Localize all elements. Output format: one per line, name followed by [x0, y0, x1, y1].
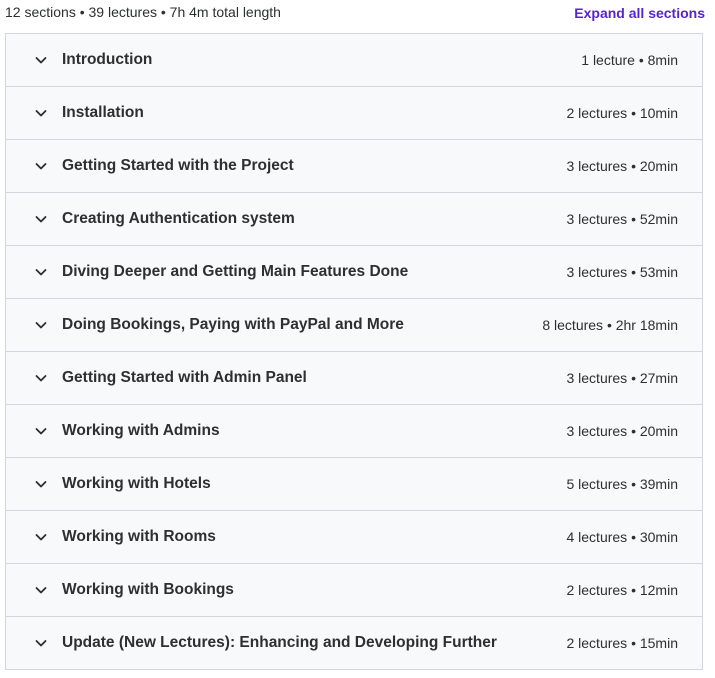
expand-all-sections-button[interactable]: Expand all sections	[574, 5, 705, 21]
section-list: Introduction 1 lecture • 8min Installati…	[5, 33, 703, 670]
section-meta: 3 lectures • 52min	[566, 211, 678, 227]
section-title: Update (New Lectures): Enhancing and Dev…	[62, 634, 497, 651]
section-meta: 8 lectures • 2hr 18min	[542, 317, 678, 333]
section-meta: 3 lectures • 20min	[566, 423, 678, 439]
chevron-down-icon	[35, 640, 47, 647]
section-title: Creating Authentication system	[62, 210, 295, 227]
chevron-down-icon	[35, 375, 47, 382]
section-title: Working with Admins	[62, 422, 220, 439]
section-title: Diving Deeper and Getting Main Features …	[62, 263, 409, 280]
chevron-down-icon	[35, 163, 47, 170]
curriculum-summary-bar: 12 sections • 39 lectures • 7h 4m total …	[0, 0, 715, 33]
section-meta: 2 lectures • 15min	[566, 635, 678, 651]
section-title: Doing Bookings, Paying with PayPal and M…	[62, 316, 404, 333]
section-row-authentication[interactable]: Creating Authentication system 3 lecture…	[6, 193, 702, 246]
section-title: Working with Hotels	[62, 475, 211, 492]
section-meta: 3 lectures • 27min	[566, 370, 678, 386]
section-row-admin-panel[interactable]: Getting Started with Admin Panel 3 lectu…	[6, 352, 702, 405]
section-row-bookings-paypal[interactable]: Doing Bookings, Paying with PayPal and M…	[6, 299, 702, 352]
section-title: Introduction	[62, 51, 153, 68]
section-row-bookings[interactable]: Working with Bookings 2 lectures • 12min	[6, 564, 702, 617]
chevron-down-icon	[35, 481, 47, 488]
section-row-introduction[interactable]: Introduction 1 lecture • 8min	[6, 34, 702, 87]
section-title: Getting Started with the Project	[62, 157, 294, 174]
chevron-down-icon	[35, 57, 47, 64]
chevron-down-icon	[35, 322, 47, 329]
chevron-down-icon	[35, 534, 47, 541]
section-row-admins[interactable]: Working with Admins 3 lectures • 20min	[6, 405, 702, 458]
curriculum-summary: 12 sections • 39 lectures • 7h 4m total …	[5, 4, 281, 20]
chevron-down-icon	[35, 269, 47, 276]
section-row-rooms[interactable]: Working with Rooms 4 lectures • 30min	[6, 511, 702, 564]
section-meta: 2 lectures • 12min	[566, 582, 678, 598]
section-meta: 3 lectures • 20min	[566, 158, 678, 174]
section-row-update-new-lectures[interactable]: Update (New Lectures): Enhancing and Dev…	[6, 617, 702, 669]
section-row-hotels[interactable]: Working with Hotels 5 lectures • 39min	[6, 458, 702, 511]
section-title: Working with Rooms	[62, 528, 216, 545]
section-title: Getting Started with Admin Panel	[62, 369, 307, 386]
section-meta: 3 lectures • 53min	[566, 264, 678, 280]
section-meta: 1 lecture • 8min	[581, 52, 678, 68]
section-meta: 4 lectures • 30min	[566, 529, 678, 545]
chevron-down-icon	[35, 587, 47, 594]
section-row-installation[interactable]: Installation 2 lectures • 10min	[6, 87, 702, 140]
chevron-down-icon	[35, 110, 47, 117]
chevron-down-icon	[35, 216, 47, 223]
section-title: Installation	[62, 104, 144, 121]
section-meta: 2 lectures • 10min	[566, 105, 678, 121]
section-row-main-features[interactable]: Diving Deeper and Getting Main Features …	[6, 246, 702, 299]
chevron-down-icon	[35, 428, 47, 435]
section-title: Working with Bookings	[62, 581, 234, 598]
section-meta: 5 lectures • 39min	[566, 476, 678, 492]
section-row-getting-started-project[interactable]: Getting Started with the Project 3 lectu…	[6, 140, 702, 193]
